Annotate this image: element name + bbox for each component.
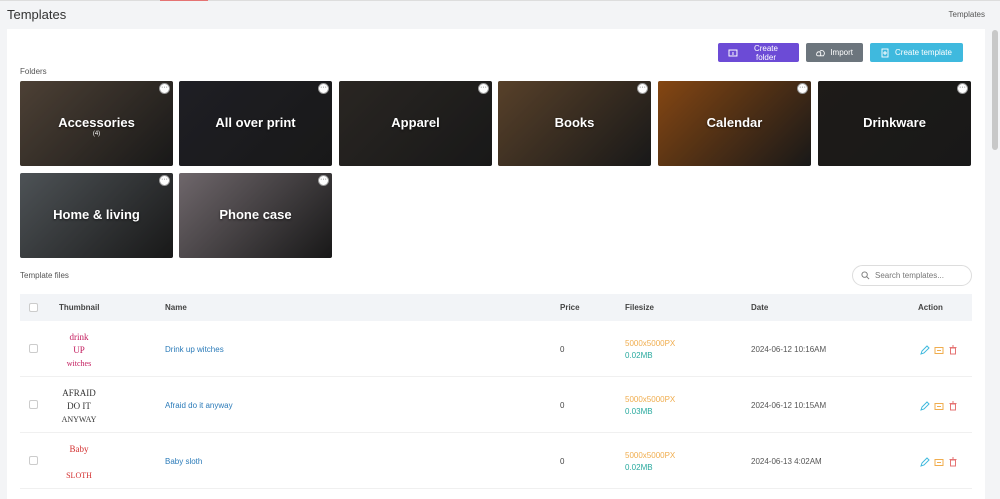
move-folder-icon[interactable]: [934, 342, 944, 354]
breadcrumb[interactable]: Templates: [949, 10, 985, 19]
folder-tile[interactable]: Home & living ···: [20, 173, 173, 258]
table-header: Thumbnail Name Price Filesize Date Actio…: [20, 294, 972, 321]
template-thumbnail: Baby SLOTH: [66, 444, 92, 480]
import-label: Import: [830, 48, 853, 57]
trash-icon[interactable]: [948, 342, 958, 355]
folder-more-icon[interactable]: ···: [797, 83, 808, 94]
table-row: AFRAID DO IT ANYWAY Afraid do it anyway 0 500…: [20, 377, 972, 433]
template-thumbnail: drink UP witches: [67, 332, 91, 368]
folder-name: Accessories: [58, 115, 135, 130]
template-name-link[interactable]: Afraid do it anyway: [165, 401, 233, 410]
template-dimensions: 5000x5000PX: [625, 451, 676, 460]
template-thumbnail: AFRAID DO IT ANYWAY: [62, 388, 97, 424]
folder-name: Calendar: [706, 115, 763, 130]
row-actions: [920, 398, 958, 411]
template-filesize: 0.03MB: [625, 407, 653, 416]
search-box[interactable]: [852, 265, 972, 286]
name-header[interactable]: Name: [165, 303, 187, 312]
thumb-line-2: UP: [73, 345, 85, 355]
row-checkbox[interactable]: [29, 344, 38, 353]
table-row: Baby SLOTH Baby sloth 0 5000x5000PX 0.02MB 202…: [20, 433, 972, 489]
price-header[interactable]: Price: [560, 303, 580, 312]
file-plus-icon: [881, 48, 889, 57]
thumb-line-1: AFRAID: [62, 388, 96, 398]
date-header[interactable]: Date: [751, 303, 768, 312]
folder-name: Phone case: [219, 207, 292, 222]
template-name-link[interactable]: Drink up witches: [165, 345, 224, 354]
folder-name: Home & living: [53, 207, 140, 222]
create-folder-label: Create folder: [753, 43, 778, 62]
edit-icon[interactable]: [920, 454, 930, 467]
folder-tile[interactable]: Books ···: [498, 81, 651, 166]
folder-plus-icon: [728, 49, 738, 56]
row-checkbox[interactable]: [29, 400, 38, 409]
scrollbar[interactable]: [992, 30, 998, 150]
page-title: Templates: [7, 7, 67, 22]
template-date: 2024-06-12 10:16AM: [751, 345, 827, 354]
thumb-line-1: drink: [70, 332, 89, 342]
create-template-label: Create template: [895, 48, 952, 57]
folder-tile[interactable]: Accessories (4) ···: [20, 81, 173, 166]
filesize-header[interactable]: Filesize: [625, 303, 654, 312]
folder-tile[interactable]: Calendar ···: [658, 81, 811, 166]
folder-name: All over print: [215, 115, 296, 130]
row-actions: [920, 454, 958, 467]
active-tab-indicator: [160, 0, 208, 1]
template-dimensions: 5000x5000PX: [625, 395, 676, 404]
action-header: Action: [918, 303, 943, 312]
toolbar: Create folder Import Create template: [718, 43, 963, 62]
folder-name: Drinkware: [863, 115, 926, 130]
folder-more-icon[interactable]: ···: [637, 83, 648, 94]
folder-name: Books: [554, 115, 595, 130]
import-button[interactable]: Import: [806, 43, 863, 62]
row-actions: [920, 342, 958, 355]
template-price: 0: [560, 345, 565, 354]
folder-tile[interactable]: Apparel ···: [339, 81, 492, 166]
folder-more-icon[interactable]: ···: [318, 175, 329, 186]
cloud-upload-icon: [816, 49, 825, 56]
thumbnail-header: Thumbnail: [59, 303, 100, 312]
template-price: 0: [560, 457, 565, 466]
folder-tile[interactable]: All over print ···: [179, 81, 332, 166]
template-date: 2024-06-13 4:02AM: [751, 457, 822, 466]
table-row: drink UP witches Drink up witches 0 5000x5000…: [20, 321, 972, 377]
edit-icon[interactable]: [920, 398, 930, 411]
folder-more-icon[interactable]: ···: [159, 83, 170, 94]
create-folder-button[interactable]: Create folder: [718, 43, 799, 62]
thumb-line-3: witches: [67, 359, 91, 368]
folder-count: (4): [92, 131, 101, 137]
trash-icon[interactable]: [948, 398, 958, 411]
move-folder-icon[interactable]: [934, 398, 944, 410]
search-icon: [861, 271, 870, 280]
template-filesize: 0.02MB: [625, 463, 653, 472]
create-template-button[interactable]: Create template: [870, 43, 963, 62]
top-border: [0, 0, 1000, 1]
template-name-link[interactable]: Baby sloth: [165, 457, 202, 466]
template-filesize: 0.02MB: [625, 351, 653, 360]
folder-more-icon[interactable]: ···: [318, 83, 329, 94]
template-date: 2024-06-12 10:15AM: [751, 401, 827, 410]
row-checkbox[interactable]: [29, 456, 38, 465]
template-price: 0: [560, 401, 565, 410]
thumb-line-1: Baby: [70, 444, 89, 454]
folder-more-icon[interactable]: ···: [957, 83, 968, 94]
folder-more-icon[interactable]: ···: [478, 83, 489, 94]
thumb-line-3: ANYWAY: [62, 415, 97, 424]
select-all-checkbox[interactable]: [29, 303, 38, 312]
folder-more-icon[interactable]: ···: [159, 175, 170, 186]
folders-heading: Folders: [20, 67, 47, 76]
edit-icon[interactable]: [920, 342, 930, 355]
folder-name: Apparel: [391, 115, 440, 130]
folder-tile[interactable]: Phone case ···: [179, 173, 332, 258]
thumb-line-2: DO IT: [67, 401, 91, 411]
folder-tile[interactable]: Drinkware ···: [818, 81, 971, 166]
trash-icon[interactable]: [948, 454, 958, 467]
template-files-heading: Template files: [20, 271, 69, 280]
template-dimensions: 5000x5000PX: [625, 339, 676, 348]
templates-card: Create folder Import Create template Fol…: [7, 29, 985, 499]
thumb-line-3: SLOTH: [66, 471, 92, 480]
move-folder-icon[interactable]: [934, 454, 944, 466]
search-input[interactable]: [875, 271, 965, 280]
